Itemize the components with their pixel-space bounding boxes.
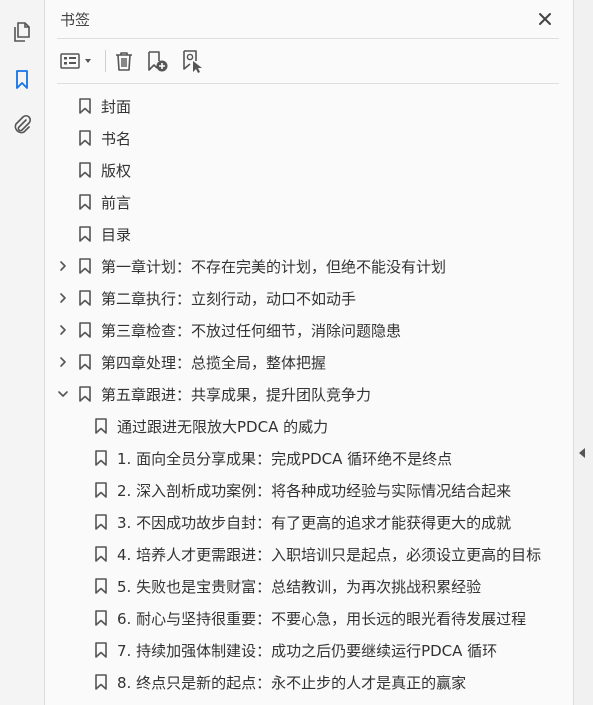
bookmark-label: 版权	[101, 162, 132, 180]
bookmark-item[interactable]: 7. 持续加强体制建设：成功之后仍要继续运行PDCA 循环	[45, 634, 573, 666]
bookmark-item[interactable]: 5. 失败也是宝贵财富：总结教训，为再次挑战积累经验	[45, 570, 573, 602]
pages-icon[interactable]	[10, 20, 34, 44]
bookmark-label: 第三章检查：不放过任何细节，消除问题隐患	[101, 322, 402, 340]
bookmark-label: 第四章处理：总揽全局，整体把握	[101, 354, 327, 372]
bookmark-label: 6. 耐心与坚持很重要：不要心急，用长远的眼光看待发展过程	[117, 610, 527, 628]
bookmark-icon	[94, 674, 108, 690]
toolbar-divider-bottom	[57, 83, 559, 84]
new-bookmark-icon	[148, 51, 168, 72]
bookmark-icon	[94, 546, 108, 562]
bookmark-label: 封面	[101, 98, 132, 116]
chevron-right-icon[interactable]	[56, 323, 70, 337]
bookmark-label: 3. 不因成功故步自封：有了更高的追求才能获得更大的成就	[117, 514, 512, 532]
bookmark-label: 目录	[101, 226, 132, 244]
bookmark-icon	[78, 290, 92, 306]
new-bookmark-button[interactable]	[144, 47, 170, 75]
bookmark-label: 2. 深入剖析成功案例：将各种成功经验与实际情况结合起来	[117, 482, 512, 500]
bookmark-item[interactable]: 4. 培养人才更需跟进：入职培训只是起点，必须设立更高的目标	[45, 538, 573, 570]
options-menu-icon	[60, 53, 91, 69]
bookmark-item[interactable]: 第一章计划：不存在完美的计划，但绝不能没有计划	[45, 250, 573, 282]
bookmark-item[interactable]: 6. 耐心与坚持很重要：不要心急，用长远的眼光看待发展过程	[45, 602, 573, 634]
bookmark-item[interactable]: 第四章处理：总揽全局，整体把握	[45, 346, 573, 378]
bookmark-icon	[78, 354, 92, 370]
toolbar-divider	[105, 50, 106, 72]
panel-header: 书签	[45, 0, 573, 38]
bookmark-item[interactable]: 封面	[45, 90, 573, 122]
bookmark-label: 8. 终点只是新的起点：永不止步的人才是真正的赢家	[117, 674, 467, 692]
bookmark-item[interactable]: 前言	[45, 186, 573, 218]
bookmark-icon	[78, 386, 92, 402]
bookmark-label: 第五章跟进：共享成果，提升团队竞争力	[101, 386, 372, 404]
bookmarks-toolbar	[45, 41, 573, 81]
bookmark-icon	[78, 226, 92, 242]
bookmark-icon	[94, 642, 108, 658]
bookmark-icon	[94, 514, 108, 530]
right-collapse-bar[interactable]	[573, 0, 593, 705]
bookmark-icon	[78, 162, 92, 178]
panel-title: 书签	[60, 11, 91, 29]
bookmark-icon[interactable]	[10, 67, 34, 91]
bookmark-item[interactable]: 书名	[45, 122, 573, 154]
bookmark-label: 通过跟进无限放大PDCA 的威力	[117, 418, 329, 436]
bookmark-label: 4. 培养人才更需跟进：入职培训只是起点，必须设立更高的目标	[117, 546, 542, 564]
bookmark-label: 前言	[101, 194, 132, 212]
options-menu-button[interactable]	[59, 47, 97, 75]
bookmark-from-selection-button[interactable]	[179, 47, 205, 75]
bookmark-item[interactable]: 3. 不因成功故步自封：有了更高的追求才能获得更大的成就	[45, 506, 573, 538]
chevron-right-icon[interactable]	[56, 355, 70, 369]
bookmark-item[interactable]: 通过跟进无限放大PDCA 的威力	[45, 410, 573, 442]
bookmark-icon	[78, 130, 92, 146]
chevron-right-icon[interactable]	[56, 291, 70, 305]
bookmark-label: 7. 持续加强体制建设：成功之后仍要继续运行PDCA 循环	[117, 642, 498, 660]
bookmark-label: 第二章执行：立刻行动，动口不如动手	[101, 290, 357, 308]
bookmark-icon	[94, 450, 108, 466]
bookmark-item[interactable]: 目录	[45, 218, 573, 250]
bookmarks-panel: 书签 封面 书名 版权 前言 目录 第一章计划：不存在完美的计划，但绝不能没有计…	[45, 0, 573, 705]
bookmark-label: 5. 失败也是宝贵财富：总结教训，为再次挑战积累经验	[117, 578, 482, 596]
bookmark-icon	[94, 482, 108, 498]
delete-icon	[116, 52, 132, 71]
bookmark-label: 书名	[101, 130, 132, 148]
chevron-right-icon[interactable]	[56, 259, 70, 273]
bookmark-icon	[78, 258, 92, 274]
bookmark-item[interactable]: 8. 终点只是新的起点：永不止步的人才是真正的赢家	[45, 666, 573, 698]
bookmark-icon	[78, 98, 92, 114]
bookmark-from-selection-icon	[183, 50, 202, 73]
bookmark-label: 第一章计划：不存在完美的计划，但绝不能没有计划	[101, 258, 447, 276]
header-divider	[57, 38, 559, 39]
bookmark-item[interactable]: 1. 面向全员分享成果：完成PDCA 循环绝不是终点	[45, 442, 573, 474]
close-icon	[539, 13, 551, 25]
close-button[interactable]	[533, 7, 557, 31]
bookmark-item[interactable]: 第五章跟进：共享成果，提升团队竞争力	[45, 378, 573, 410]
bookmark-icon	[94, 578, 108, 594]
collapse-left-icon[interactable]	[579, 448, 585, 458]
bookmark-icon	[78, 322, 92, 338]
delete-button[interactable]	[111, 47, 137, 75]
bookmark-item[interactable]: 2. 深入剖析成功案例：将各种成功经验与实际情况结合起来	[45, 474, 573, 506]
bookmark-icon	[78, 194, 92, 210]
bookmark-icon	[94, 418, 108, 434]
attachment-icon[interactable]	[10, 112, 34, 136]
bookmark-label: 1. 面向全员分享成果：完成PDCA 循环绝不是终点	[117, 450, 453, 468]
chevron-down-icon[interactable]	[56, 387, 70, 401]
bookmark-item[interactable]: 第三章检查：不放过任何细节，消除问题隐患	[45, 314, 573, 346]
bookmark-icon	[94, 610, 108, 626]
navigation-sidebar	[0, 0, 45, 705]
bookmark-item[interactable]: 第二章执行：立刻行动，动口不如动手	[45, 282, 573, 314]
bookmark-item[interactable]: 版权	[45, 154, 573, 186]
